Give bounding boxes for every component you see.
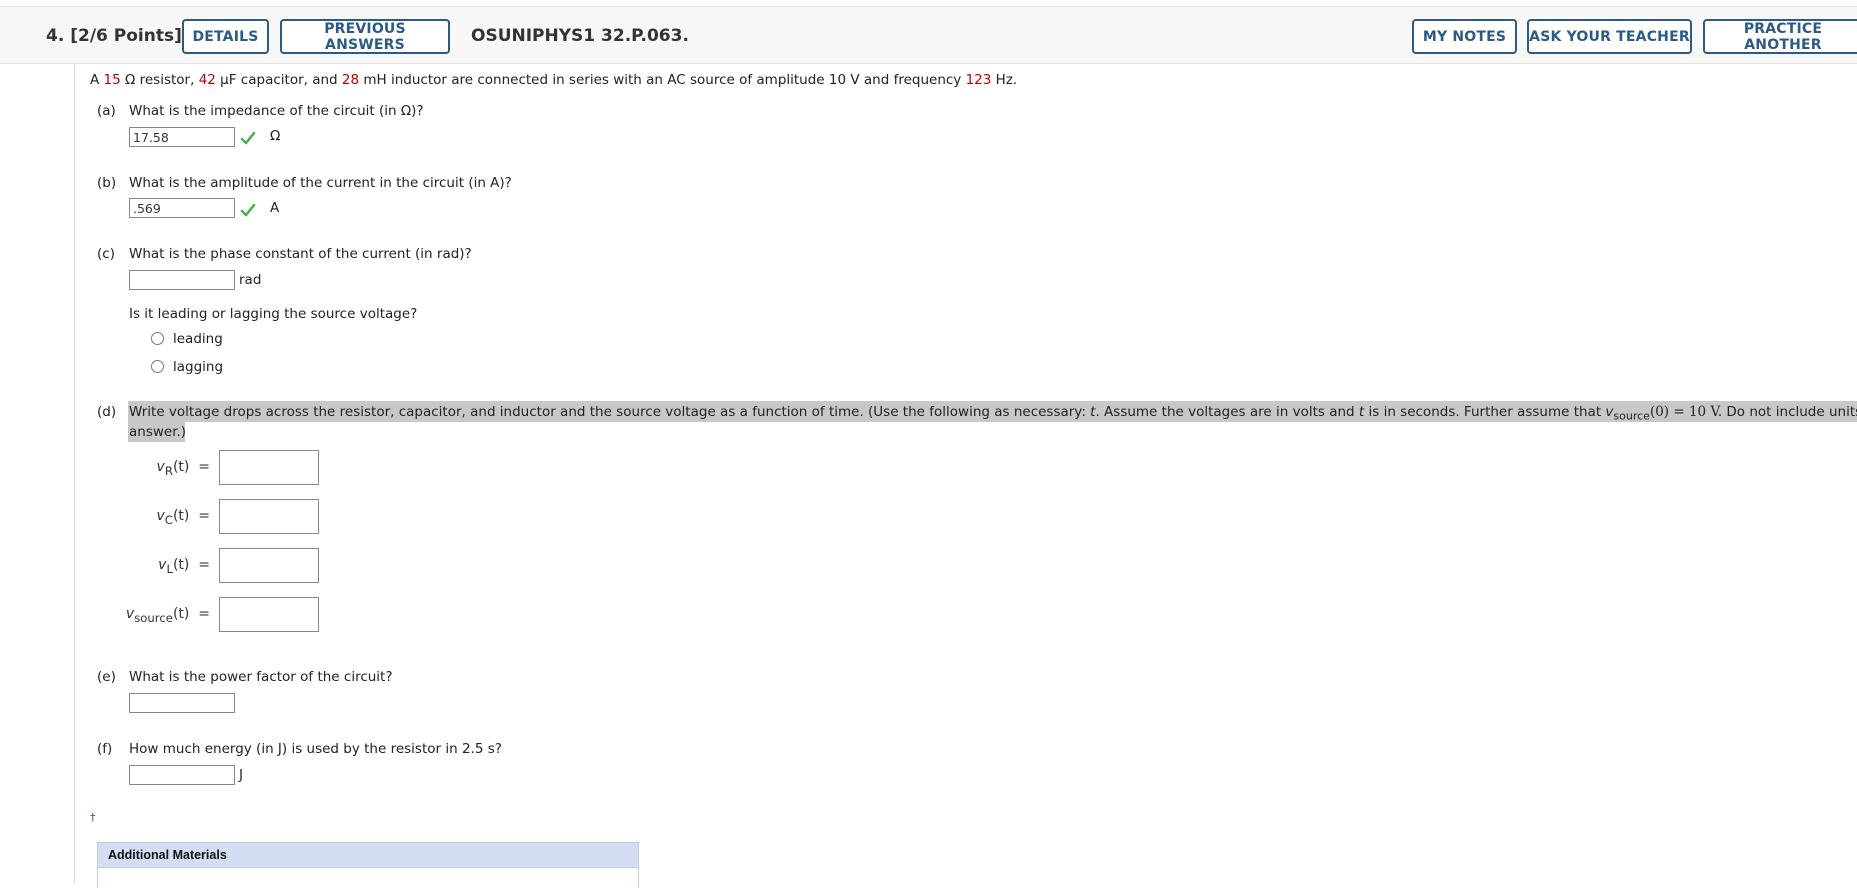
part-c-question: What is the phase constant of the curren… (129, 246, 472, 262)
lagging-option-label: lagging (173, 359, 224, 375)
problem-statement: A 15 Ω resistor, 42 μF capacitor, and 28… (90, 72, 1018, 88)
part-b-answer-input[interactable] (129, 198, 235, 218)
part-f-letter: (f) (97, 741, 113, 757)
resistance-value: 15 (103, 72, 121, 88)
part-b-question: What is the amplitude of the current in … (129, 175, 512, 191)
part-b-letter: (b) (97, 175, 117, 191)
part-f-unit: J (239, 767, 243, 783)
v-r-input[interactable] (219, 450, 319, 485)
part-d-instructions-cont: answer.) (129, 424, 187, 440)
frequency-value: 123 (965, 72, 992, 88)
v-l-input[interactable] (219, 548, 319, 583)
lagging-radio[interactable] (151, 360, 164, 373)
correct-check-icon (240, 203, 256, 217)
additional-materials-title: Additional Materials (108, 848, 227, 862)
content-left-border (74, 64, 75, 884)
additional-materials-header: Additional Materials (97, 842, 639, 868)
part-d-letter: (d) (97, 404, 117, 420)
previous-answers-button[interactable]: PREVIOUS ANSWERS (280, 19, 450, 54)
v-source-input[interactable] (219, 597, 319, 632)
practice-another-button[interactable]: PRACTICE ANOTHER (1703, 19, 1857, 54)
capacitance-value: 42 (198, 72, 216, 88)
additional-materials-body (97, 868, 639, 888)
v-source-label: vsource(t) = (125, 606, 210, 625)
points-label: [2/6 Points] (70, 26, 182, 46)
v-c-input[interactable] (219, 499, 319, 534)
part-e-letter: (e) (97, 669, 116, 685)
part-c-unit: rad (239, 272, 262, 288)
details-button[interactable]: DETAILS (182, 19, 269, 54)
question-number: 4. [2/6 Points] (46, 26, 182, 46)
part-a-letter: (a) (97, 103, 116, 119)
part-c-answer-input[interactable] (129, 270, 235, 290)
part-a-question: What is the impedance of the circuit (in… (129, 103, 424, 119)
my-notes-button[interactable]: MY NOTES (1412, 19, 1517, 54)
part-c-sub-question: Is it leading or lagging the source volt… (129, 306, 418, 322)
problem-code: OSUNIPHYS1 32.P.063. (471, 26, 689, 46)
part-a-unit: Ω (270, 128, 281, 144)
v-l-label: vL(t) = (158, 557, 210, 576)
part-f-question: How much energy (in J) is used by the re… (129, 741, 502, 757)
footnote-mark[interactable]: † (90, 811, 96, 824)
leading-option-label: leading (173, 331, 223, 347)
part-b-unit: A (270, 200, 280, 216)
v-c-label: vC(t) = (156, 508, 211, 527)
part-a-answer-input[interactable] (129, 127, 235, 147)
part-e-answer-input[interactable] (129, 693, 235, 713)
leading-radio[interactable] (151, 332, 164, 345)
part-d-instructions: Write voltage drops across the resistor,… (129, 404, 1857, 423)
v-r-label: vR(t) = (156, 459, 210, 478)
inductance-value: 28 (341, 72, 360, 88)
question-header: 4. [2/6 Points] DETAILS PREVIOUS ANSWERS… (0, 6, 1857, 64)
correct-check-icon (240, 131, 256, 145)
ask-your-teacher-button[interactable]: ASK YOUR TEACHER (1527, 19, 1692, 54)
part-c-letter: (c) (97, 246, 115, 262)
part-e-question: What is the power factor of the circuit? (129, 669, 393, 685)
part-f-answer-input[interactable] (129, 765, 235, 785)
